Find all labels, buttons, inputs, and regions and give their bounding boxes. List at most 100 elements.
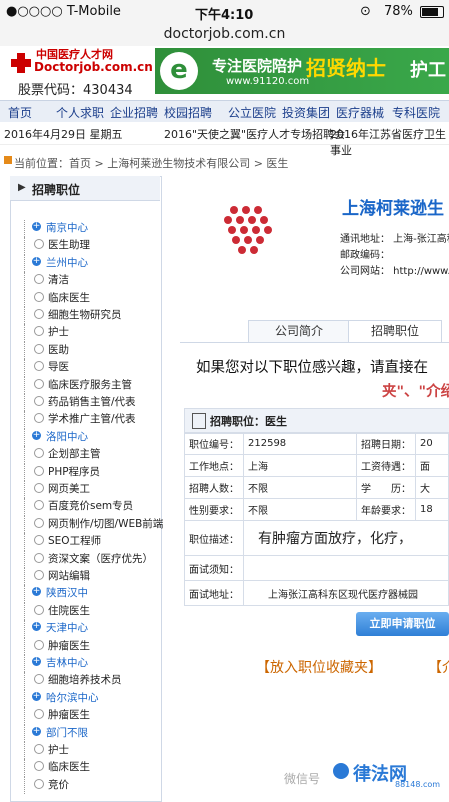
expand-plus-icon: + [32, 656, 41, 666]
interview-address: 上海张江高科东区现代医疗器械园 [243, 580, 449, 606]
sidebar-item[interactable]: 网站编辑 [48, 568, 90, 583]
sidebar-item[interactable]: 细胞生物研究员 [48, 307, 122, 322]
sidebar-item[interactable]: 医生助理 [48, 237, 90, 252]
sidebar-item[interactable]: 临床医生 [48, 759, 90, 774]
tree-connector [24, 655, 25, 673]
tree-connector [24, 689, 25, 708]
add-to-favorites-link[interactable]: 【放入职位收藏夹】 [256, 657, 382, 677]
tree-connector [24, 620, 25, 638]
tree-connector [24, 724, 25, 742]
sidebar-item[interactable]: PHP程序员 [48, 464, 100, 479]
field-label: 工资待遇： [356, 454, 416, 477]
sidebar-group[interactable]: 洛阳中心 [46, 429, 88, 444]
field-label: 学 历： [356, 476, 416, 499]
banner-slogan: 专注医院陪护 [212, 57, 303, 75]
sidebar-item[interactable]: 药品销售主管/代表 [48, 394, 136, 409]
battery-percent: 78% [384, 4, 413, 19]
sidebar-item[interactable]: 网页美工 [48, 481, 90, 496]
sidebar-item[interactable]: 细胞培养技术员 [48, 672, 122, 687]
field-label: 职位编号： [184, 432, 244, 455]
sidebar-item[interactable]: 网页制作/切图/WEB前端 [48, 516, 163, 531]
e-logo-icon: e [160, 52, 198, 90]
tree-connector [24, 742, 25, 760]
tree-connector [24, 568, 25, 586]
expand-plus-icon: + [32, 690, 41, 701]
field-value: 不限 [243, 476, 357, 499]
tree-connector [24, 707, 25, 725]
field-label: 招聘人数： [184, 476, 244, 499]
tree-connector [24, 376, 25, 394]
sidebar-item[interactable]: 肿瘤医生 [48, 707, 90, 722]
field-label: 工作地点： [184, 454, 244, 477]
field-value [243, 555, 449, 581]
tree-connector [24, 289, 25, 307]
sidebar-group[interactable]: 吉林中心 [46, 655, 88, 670]
tree-connector [24, 324, 25, 342]
sidebar-item[interactable]: 护士 [48, 324, 69, 339]
sidebar-title: 招聘职位 [32, 183, 81, 197]
sidebar-group[interactable]: 哈尔滨中心 [46, 690, 99, 705]
sidebar-item[interactable]: 清洁 [48, 272, 69, 287]
battery-icon [420, 6, 444, 18]
field-label: 性别要求： [184, 498, 244, 521]
bullet-circle-icon [34, 483, 44, 493]
tree-connector [24, 411, 25, 429]
table-row: 职位编号： 212598 招聘日期： 20 [184, 432, 449, 455]
job-details-table: 职位编号： 212598 招聘日期： 20 工作地点： 上海 工资待遇： 面 招… [184, 432, 449, 606]
company-name[interactable]: 上海柯莱逊生 [342, 194, 444, 219]
sidebar-item[interactable]: 导医 [48, 359, 69, 374]
sidebar-group[interactable]: 兰州中心 [46, 255, 88, 270]
nav-item-specialty[interactable]: 专科医院 [392, 104, 440, 121]
sidebar-item[interactable]: 临床医疗服务主管 [48, 377, 132, 392]
tab-company-intro[interactable]: 公司简介 [248, 320, 350, 342]
red-cross-logo-icon [11, 53, 31, 73]
company-postcode: 邮政编码： [340, 250, 390, 261]
breadcrumb[interactable]: 当前位置：首页 > 上海柯莱逊生物技术有限公司 > 医生 [14, 155, 288, 171]
recommend-link[interactable]: 【介 [428, 657, 449, 677]
expand-plus-icon: + [32, 221, 41, 231]
company-address: 通讯地址： 上海-张江高科 [340, 234, 449, 245]
apply-button[interactable]: 立即申请职位 [356, 612, 449, 636]
sidebar-group[interactable]: 天津中心 [46, 620, 88, 635]
sidebar-group[interactable]: 陕西汉中 [46, 585, 88, 600]
tree-connector [24, 498, 25, 516]
brand-url-watermark: 88148.com [395, 780, 441, 789]
sidebar-item[interactable]: 临床医生 [48, 290, 90, 305]
sidebar-item[interactable]: 竞价 [48, 777, 69, 792]
nav-item-jobseek[interactable]: 个人求职 [56, 104, 104, 121]
field-value: 上海 [243, 454, 357, 477]
sidebar-group[interactable]: 南京中心 [46, 220, 88, 235]
nav-item-public-hospital[interactable]: 公立医院 [228, 104, 276, 121]
logo-domain: Doctorjob.com.cn [34, 60, 153, 74]
sidebar-item[interactable]: 肿瘤医生 [48, 638, 90, 653]
sidebar-group[interactable]: 部门不限 [46, 725, 88, 740]
news-link[interactable]: 2016年江苏省医疗卫生事业 [330, 126, 449, 158]
field-label: 面试地址： [184, 580, 244, 606]
tree-connector [24, 272, 25, 290]
company-website[interactable]: 公司网站： http://www.cla [340, 262, 449, 277]
url-bar[interactable]: doctorjob.com.cn [0, 24, 449, 47]
nav-item-devices[interactable]: 医疗器械 [336, 104, 384, 121]
bullet-circle-icon [34, 604, 44, 615]
nav-item-recruit[interactable]: 企业招聘 [110, 104, 158, 121]
banner-headline: 招贤纳士 [306, 56, 386, 80]
nav-item-home[interactable]: 首页 [8, 104, 32, 121]
sidebar-item[interactable]: 护士 [48, 742, 69, 757]
main-nav: 首页 个人求职 企业招聘 校园招聘 公立医院 投资集团 医疗器械 专科医院 [0, 100, 449, 124]
clock-label: 下午4:10 [195, 8, 254, 23]
sidebar-item[interactable]: 百度竞价sem专员 [48, 498, 133, 513]
sidebar-item[interactable]: SEO工程师 [48, 533, 101, 548]
sidebar-item[interactable]: 企划部主管 [48, 446, 101, 461]
sidebar-item[interactable]: 医助 [48, 342, 69, 357]
sidebar-item[interactable]: 学术推广主管/代表 [48, 411, 136, 426]
tree-connector [24, 602, 25, 621]
news-link[interactable]: 2016"天使之翼"医疗人才专场招聘会 [164, 126, 345, 142]
nav-item-campus[interactable]: 校园招聘 [164, 104, 212, 121]
sidebar-item[interactable]: 资深文案（医疗优先） [48, 551, 153, 566]
table-row: 面试须知： [184, 555, 449, 581]
nav-item-investment[interactable]: 投资集团 [282, 104, 330, 121]
tab-jobs[interactable]: 招聘职位 [348, 320, 442, 342]
tree-connector [24, 585, 25, 603]
sidebar-item[interactable]: 住院医生 [48, 603, 90, 618]
tree-connector [24, 637, 25, 655]
